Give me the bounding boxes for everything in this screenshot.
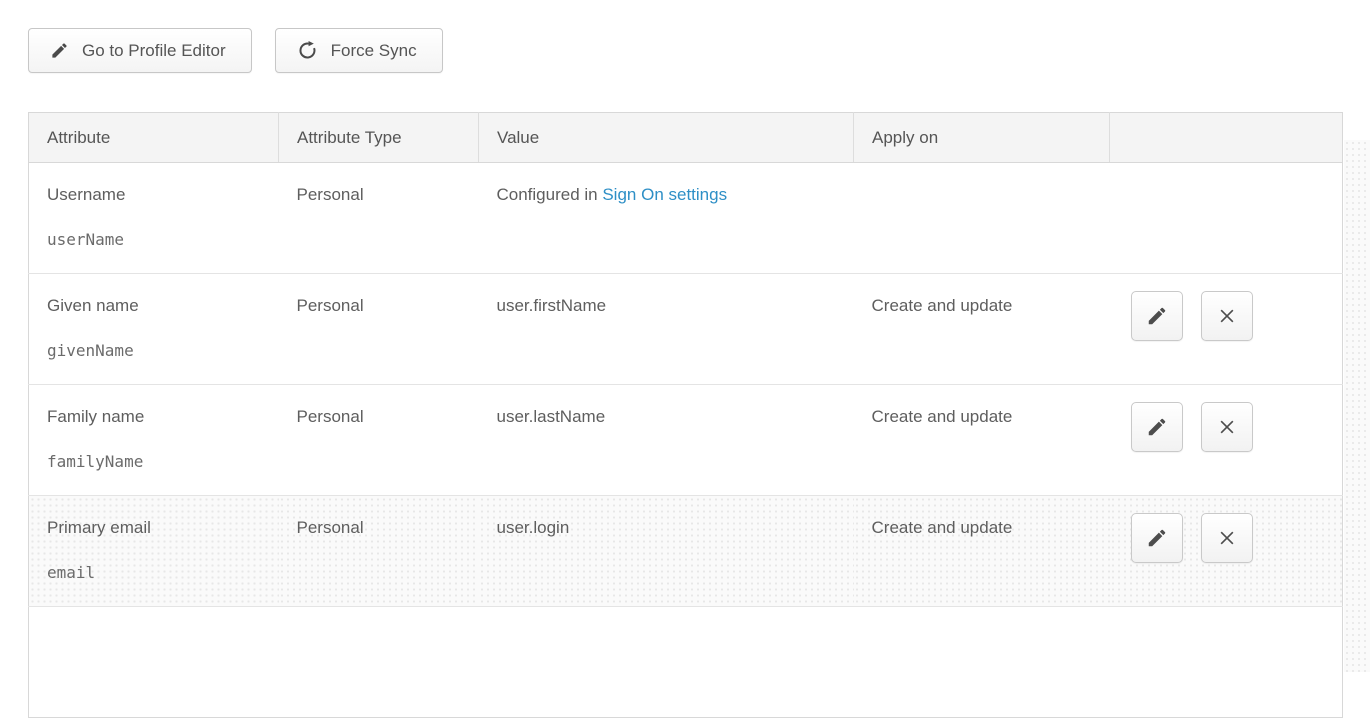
pencil-icon (1146, 416, 1168, 438)
column-header-value: Value (479, 113, 854, 163)
value-cell: Configured in Sign On settings (479, 163, 854, 274)
force-sync-label: Force Sync (331, 41, 417, 61)
table-row: Primary email email Personal user.login … (29, 496, 1343, 607)
value-cell: user.lastName (479, 385, 854, 496)
sign-on-settings-link[interactable]: Sign On settings (602, 185, 727, 204)
value-cell: user.firstName (479, 274, 854, 385)
table-header-row: Attribute Attribute Type Value Apply on (29, 113, 1343, 163)
edit-attribute-button[interactable] (1131, 513, 1183, 563)
background-texture (1344, 140, 1370, 672)
force-sync-button[interactable]: Force Sync (275, 28, 443, 73)
close-icon (1217, 306, 1237, 326)
attribute-type-cell: Personal (279, 163, 479, 274)
actions-cell (1110, 274, 1343, 385)
edit-attribute-button[interactable] (1131, 402, 1183, 452)
attribute-mappings-table: Attribute Attribute Type Value Apply on … (28, 112, 1343, 718)
refresh-icon (297, 40, 318, 61)
apply-on-cell: Create and update (854, 385, 1110, 496)
value-text: Configured in (497, 185, 603, 204)
pencil-icon (1146, 305, 1168, 327)
table-row: Username userName Personal Configured in… (29, 163, 1343, 274)
pencil-icon (1146, 527, 1168, 549)
table-row (29, 607, 1343, 718)
attribute-cell: Family name familyName (29, 385, 279, 496)
attribute-variable-name: email (47, 564, 279, 582)
attribute-type-cell: Personal (279, 385, 479, 496)
attribute-cell: Primary email email (29, 496, 279, 607)
apply-on-cell (854, 163, 1110, 274)
attribute-display-name: Family name (47, 407, 279, 427)
attribute-display-name: Username (47, 185, 279, 205)
table-row: Family name familyName Personal user.las… (29, 385, 1343, 496)
attribute-cell: Username userName (29, 163, 279, 274)
attribute-variable-name: givenName (47, 342, 279, 360)
attribute-display-name: Primary email (47, 518, 279, 538)
toolbar: Go to Profile Editor Force Sync (28, 28, 1370, 73)
go-to-profile-editor-label: Go to Profile Editor (82, 41, 226, 61)
column-header-attribute-type: Attribute Type (279, 113, 479, 163)
attribute-display-name: Given name (47, 296, 279, 316)
column-header-apply-on: Apply on (854, 113, 1110, 163)
remove-attribute-button[interactable] (1201, 402, 1253, 452)
attribute-variable-name: familyName (47, 453, 279, 471)
actions-cell (1110, 496, 1343, 607)
pencil-icon (50, 41, 69, 60)
remove-attribute-button[interactable] (1201, 291, 1253, 341)
column-header-attribute: Attribute (29, 113, 279, 163)
close-icon (1217, 417, 1237, 437)
value-cell: user.login (479, 496, 854, 607)
actions-cell (1110, 163, 1343, 274)
apply-on-cell: Create and update (854, 274, 1110, 385)
edit-attribute-button[interactable] (1131, 291, 1183, 341)
remove-attribute-button[interactable] (1201, 513, 1253, 563)
attribute-variable-name: userName (47, 231, 279, 249)
attribute-type-cell: Personal (279, 274, 479, 385)
attribute-type-cell: Personal (279, 496, 479, 607)
close-icon (1217, 528, 1237, 548)
column-header-actions (1110, 113, 1343, 163)
table-row: Given name givenName Personal user.first… (29, 274, 1343, 385)
go-to-profile-editor-button[interactable]: Go to Profile Editor (28, 28, 252, 73)
attribute-cell: Given name givenName (29, 274, 279, 385)
actions-cell (1110, 385, 1343, 496)
apply-on-cell: Create and update (854, 496, 1110, 607)
